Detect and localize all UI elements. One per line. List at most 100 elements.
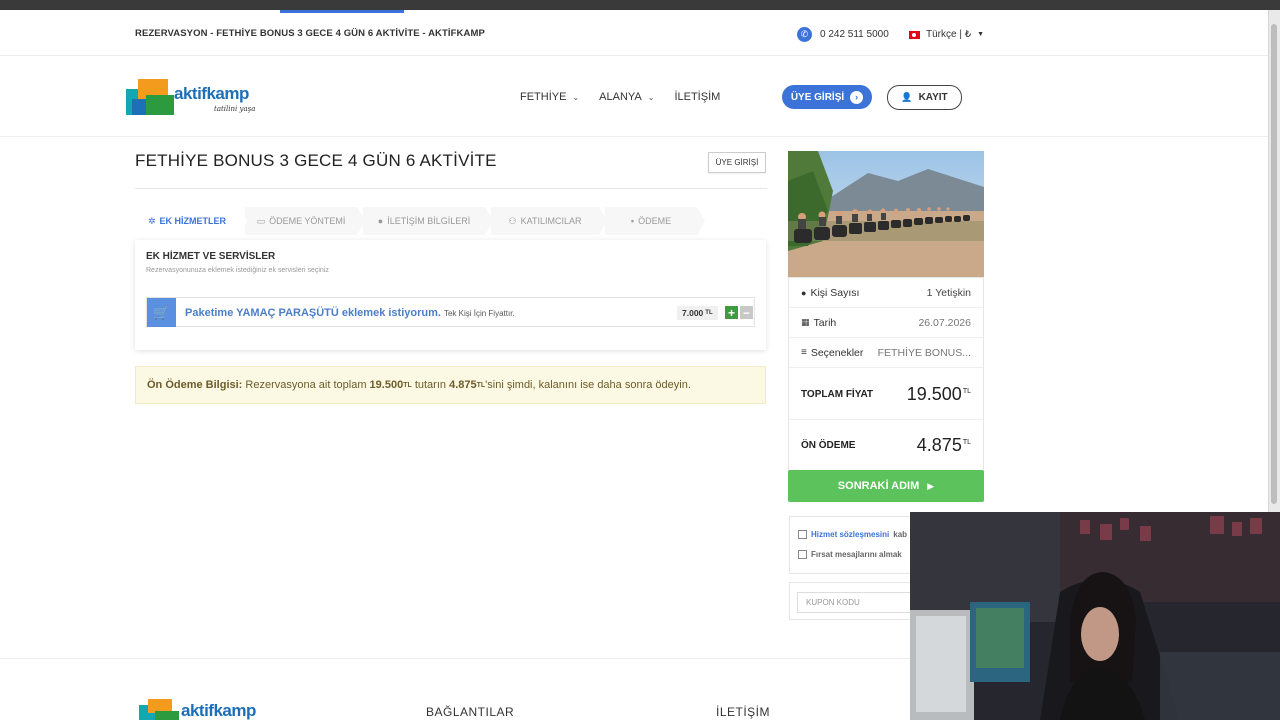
services-title: EK HİZMET VE SERVİSLER: [146, 251, 276, 262]
step-label: İLETİŞİM BİLGİLERİ: [387, 216, 471, 226]
breadcrumb: REZERVASYON - FETHİYE BONUS 3 GECE 4 GÜN…: [135, 28, 485, 39]
currency-label: TL: [962, 388, 971, 395]
extra-services-card: EK HİZMET VE SERVİSLER Rezervasyonunuza …: [135, 240, 766, 350]
summary-label-wrap: ● Kişi Sayısı: [801, 287, 859, 299]
step-payment[interactable]: ▪ ÖDEME: [605, 207, 705, 235]
booking-summary: ● Kişi Sayısı 1 Yetişkin ▦ Tarih 26.07.2…: [788, 277, 984, 499]
step-label: ÖDEME: [638, 216, 672, 226]
prepay-text-1: Rezervasyona ait toplam: [245, 379, 367, 391]
user-icon: ●: [377, 216, 384, 226]
prepay-text-2: tutarın: [414, 379, 447, 391]
atv-tour-image: [788, 151, 984, 277]
prepay-text-3: 'sini şimdi, kalanını ise daha sonra öde…: [485, 379, 691, 391]
nav-item-label: İLETİŞİM: [674, 91, 721, 103]
site-logo[interactable]: aktifkamp tatilini yaşa: [126, 79, 271, 119]
summary-value: 26.07.2026: [918, 316, 971, 329]
prepay-row: ÖN ÖDEME 4.875TL: [789, 420, 983, 470]
footer-logo[interactable]: aktifkamp: [139, 699, 284, 720]
summary-row-options: ≡ Seçenekler FETHİYE BONUS...: [789, 338, 983, 368]
prepay-total: 19.500: [369, 379, 404, 391]
terms-link[interactable]: Hizmet sözleşmesini: [811, 530, 889, 539]
cart-icon: 🛒: [147, 298, 176, 327]
summary-label: Seçenekler: [810, 346, 864, 359]
briefcase-icon: ▪: [630, 216, 635, 226]
service-item-label: Paketime YAMAÇ PARAŞÜTÜ eklemek istiyoru…: [185, 307, 441, 319]
register-label: KAYIT: [918, 92, 948, 103]
chevron-down-icon: ⌄: [647, 92, 655, 102]
language-selector[interactable]: Türkçe | ₺ ▼: [909, 29, 984, 40]
divider: [135, 188, 767, 189]
step-participants[interactable]: ⚇ KATILIMCILAR: [491, 207, 607, 235]
register-button[interactable]: 👤 KAYIT: [887, 85, 962, 110]
promo-checkbox[interactable]: [798, 550, 807, 559]
summary-label: Tarih: [813, 316, 837, 329]
service-price-value: 7.000: [682, 308, 704, 318]
terms-checkbox[interactable]: [798, 530, 807, 539]
main-nav: FETHİYE ⌄ ALANYA ⌄ İLETİŞİM: [520, 91, 720, 103]
member-login-small-button[interactable]: ÜYE GİRİŞİ: [708, 152, 766, 173]
nav-item-alanya[interactable]: ALANYA ⌄: [599, 91, 654, 103]
remove-service-button[interactable]: −: [740, 306, 753, 319]
prepay-currency: TL: [403, 381, 412, 389]
prepayment-notice: Ön Ödeme Bilgisi: Rezervasyona ait topla…: [135, 366, 766, 404]
webcam-overlay: [910, 512, 1280, 720]
turkey-flag-icon: [909, 30, 920, 39]
language-label: Türkçe | ₺: [926, 29, 972, 40]
logo-text: aktifkamp: [174, 84, 249, 103]
logo-block: [155, 711, 179, 720]
promo-opt-in-line: Fırsat mesajlarını almak: [798, 550, 902, 559]
user-icon: ●: [801, 287, 807, 298]
step-extra-services[interactable]: ✲ EK HİZMETLER: [135, 207, 247, 235]
top-bar: REZERVASYON - FETHİYE BONUS 3 GECE 4 GÜN…: [0, 10, 1268, 56]
services-subtitle: Rezervasyonunuza eklemek istediğiniz ek …: [146, 267, 329, 274]
chevron-down-icon: ⌄: [572, 92, 580, 102]
step-label: ÖDEME YÖNTEMİ: [269, 216, 346, 226]
currency-label: TL: [962, 438, 971, 446]
step-payment-method[interactable]: ▭ ÖDEME YÖNTEMİ: [245, 207, 365, 235]
service-price-currency: TL: [705, 310, 713, 316]
caret-right-icon: ▶: [927, 480, 935, 491]
prepay-price-value: 4.875: [916, 434, 962, 455]
booking-steps: ✲ EK HİZMETLER ▭ ÖDEME YÖNTEMİ ● İLETİŞİ…: [135, 207, 735, 235]
member-login-button[interactable]: ÜYE GİRİŞİ ›: [782, 85, 872, 109]
total-price-row: TOPLAM FİYAT 19.500TL: [789, 370, 983, 420]
terms-text: kab: [893, 530, 908, 539]
footer-contact-title: İLETİŞİM: [716, 705, 771, 719]
caret-down-icon: ▼: [977, 31, 985, 38]
summary-label-wrap: ≡ Seçenekler: [801, 347, 863, 359]
terms-agreement-line: Hizmet sözleşmesini kab: [798, 530, 907, 539]
total-price-label: TOPLAM FİYAT: [801, 389, 874, 400]
promo-text: Fırsat mesajlarını almak: [811, 550, 902, 559]
summary-row-date: ▦ Tarih 26.07.2026: [789, 308, 983, 338]
prepay-deposit: 4.875: [449, 379, 477, 391]
topbar-accent-line: [280, 10, 404, 13]
spinner-icon: ✲: [147, 215, 156, 226]
users-icon: ⚇: [508, 215, 517, 226]
window-top-strip: [0, 0, 1280, 10]
summary-label: Kişi Sayısı: [810, 286, 860, 299]
service-item-note: Tek Kişi İçin Fiyattır.: [443, 309, 515, 318]
service-item-text-wrap: Paketime YAMAÇ PARAŞÜTÜ eklemek istiyoru…: [185, 307, 515, 319]
scrollbar-thumb[interactable]: [1271, 24, 1277, 504]
user-plus-icon: 👤: [901, 92, 913, 102]
step-label: EK HİZMETLER: [159, 216, 227, 226]
nav-item-label: ALANYA: [599, 91, 642, 103]
credit-card-icon: ▭: [256, 215, 266, 226]
step-label: KATILIMCILAR: [520, 216, 582, 226]
prepay-label: Ön Ödeme Bilgisi:: [147, 379, 243, 391]
site-header: aktifkamp tatilini yaşa FETHİYE ⌄ ALANYA…: [0, 57, 1268, 137]
prepay-price-label: ÖN ÖDEME: [801, 439, 856, 451]
service-price: 7.000 TL: [677, 306, 718, 320]
logo-tagline: tatilini yaşa: [214, 105, 256, 113]
step-contact-info[interactable]: ● İLETİŞİM BİLGİLERİ: [363, 207, 493, 235]
summary-value: FETHİYE BONUS...: [877, 346, 971, 359]
nav-item-label: FETHİYE: [520, 91, 567, 103]
arrow-right-circle-icon: ›: [850, 90, 864, 104]
nav-item-iletisim[interactable]: İLETİŞİM: [674, 91, 720, 103]
next-step-button[interactable]: SONRAKİ ADIM ▶: [788, 470, 984, 502]
add-service-button[interactable]: +: [725, 306, 738, 319]
scrollbar[interactable]: [1268, 10, 1280, 512]
phone-contact[interactable]: ✆ 0 242 511 5000: [797, 27, 889, 42]
nav-item-fethiye[interactable]: FETHİYE ⌄: [520, 91, 579, 103]
footer-logo-text: aktifkamp: [181, 701, 256, 720]
